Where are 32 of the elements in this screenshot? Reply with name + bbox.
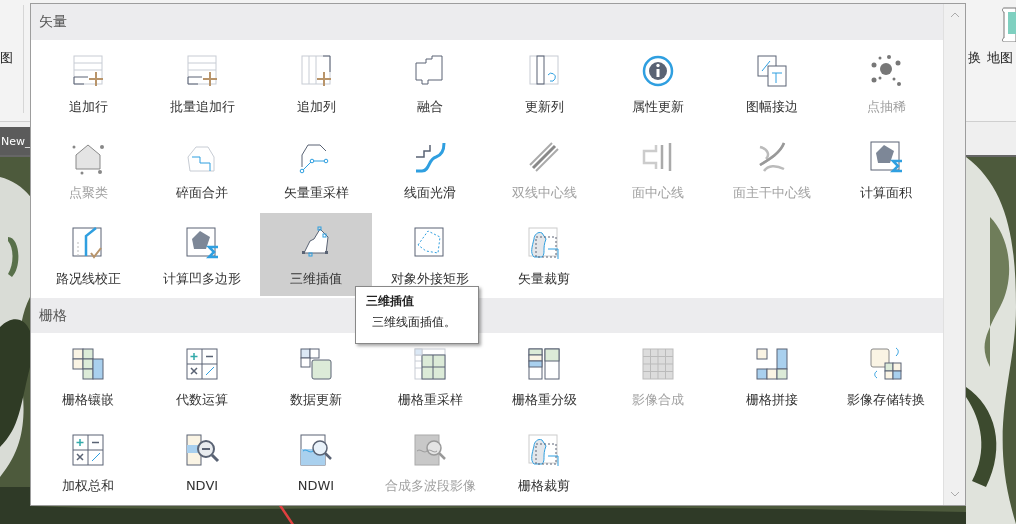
tooltip-text: 三维线面插值。	[371, 314, 457, 331]
tool-button[interactable]: 图幅接边	[716, 41, 828, 124]
tool-button[interactable]: 计算面积	[830, 127, 942, 210]
tooltip-title: 三维插值	[366, 293, 415, 310]
tool-button[interactable]: 矢量重采样	[260, 127, 372, 210]
tool-button[interactable]: 碎面合并	[146, 127, 258, 210]
tool-button[interactable]: 融合	[374, 41, 486, 124]
tool-button[interactable]: 加权总和	[32, 420, 144, 503]
tool-button[interactable]: 栅格镶嵌	[32, 334, 144, 417]
section-title: 栅格	[39, 306, 67, 325]
tool-button[interactable]: 追加行	[32, 41, 144, 124]
tool-button[interactable]: 属性更新	[602, 41, 714, 124]
tool-button[interactable]: 线面光滑	[374, 127, 486, 210]
tool-button[interactable]: NDWI	[260, 420, 372, 503]
tool-button[interactable]: 栅格裁剪	[488, 420, 600, 503]
tool-button[interactable]: 代数运算	[146, 334, 258, 417]
section-title: 矢量	[39, 13, 67, 31]
tool-button[interactable]: 路况线校正	[32, 213, 144, 296]
tool-button[interactable]: 三维插值	[260, 213, 372, 296]
tool-button[interactable]: 栅格拼接	[716, 334, 828, 417]
tool-button[interactable]: 数据更新	[260, 334, 372, 417]
tool-button[interactable]: 栅格重分级	[488, 334, 600, 417]
ribbon-label[interactable]: 图	[0, 50, 13, 66]
tool-button[interactable]: 矢量裁剪	[488, 213, 600, 296]
ribbon-label[interactable]: 地图	[987, 50, 1013, 66]
tool-button[interactable]: NDVI	[146, 420, 258, 503]
tool-button[interactable]: 计算凹多边形	[146, 213, 258, 296]
tool-button[interactable]: 影像存储转换	[830, 334, 942, 417]
tool-button[interactable]: 批量追加行	[146, 41, 258, 124]
tool-button[interactable]: 追加列	[260, 41, 372, 124]
ribbon-label[interactable]: 换	[968, 50, 981, 66]
tool-button[interactable]: 更新列	[488, 41, 600, 124]
